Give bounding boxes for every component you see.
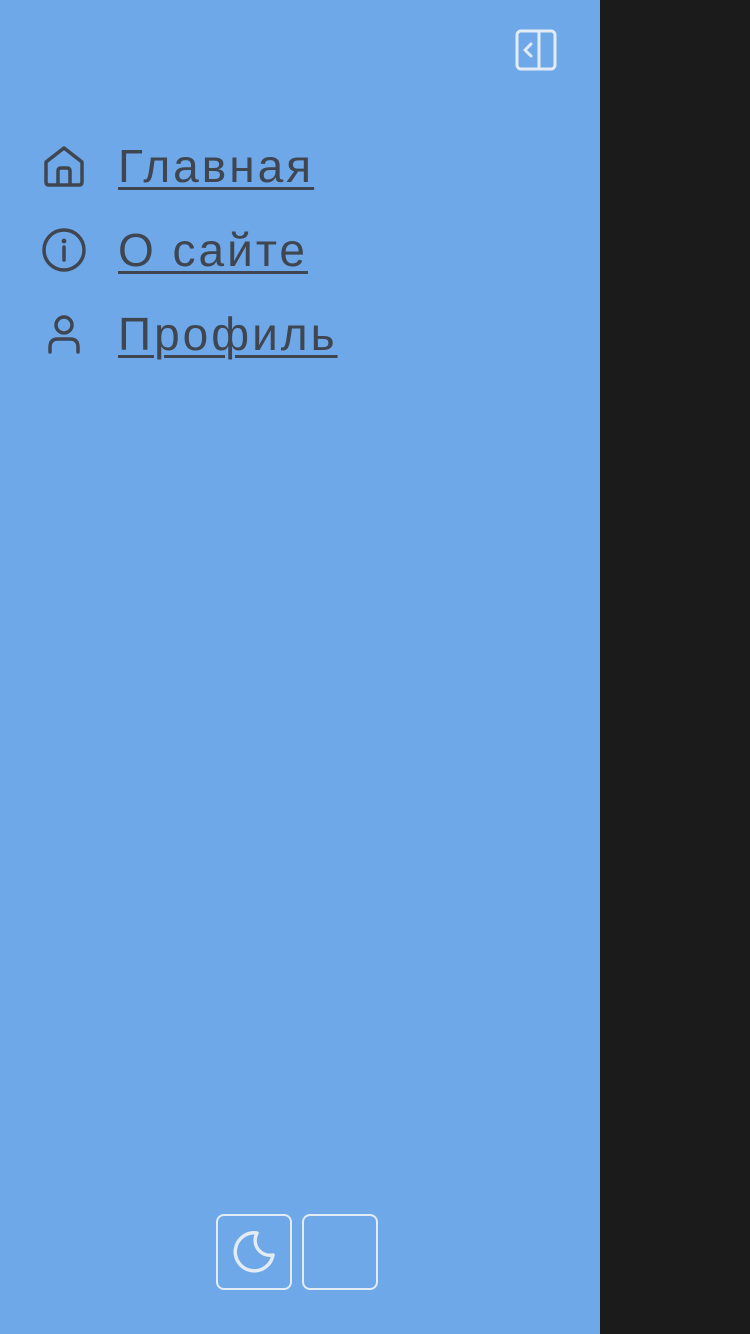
- content-overlay[interactable]: [600, 0, 750, 1334]
- nav-item-label: О сайте: [118, 224, 308, 276]
- home-icon: [38, 140, 90, 192]
- sidebar-collapse-button[interactable]: [510, 24, 562, 76]
- theme-toggle-button[interactable]: [216, 1214, 292, 1290]
- nav-item-home[interactable]: Главная: [38, 124, 558, 208]
- moon-icon: [233, 1231, 275, 1273]
- user-icon: [38, 308, 90, 360]
- nav-item-about[interactable]: О сайте: [38, 208, 558, 292]
- nav-item-profile[interactable]: Профиль: [38, 292, 558, 376]
- bottom-controls: [216, 1214, 378, 1290]
- sidebar: Главная О сайте Профиль: [0, 0, 600, 1334]
- app-page: Главная О сайте Профиль: [0, 0, 750, 1334]
- info-icon: [38, 224, 90, 276]
- sidebar-nav: Главная О сайте Профиль: [38, 124, 558, 376]
- empty-control-button[interactable]: [302, 1214, 378, 1290]
- nav-item-label: Профиль: [118, 308, 338, 360]
- sidebar-collapse-icon: [515, 29, 557, 71]
- nav-item-label: Главная: [118, 140, 315, 192]
